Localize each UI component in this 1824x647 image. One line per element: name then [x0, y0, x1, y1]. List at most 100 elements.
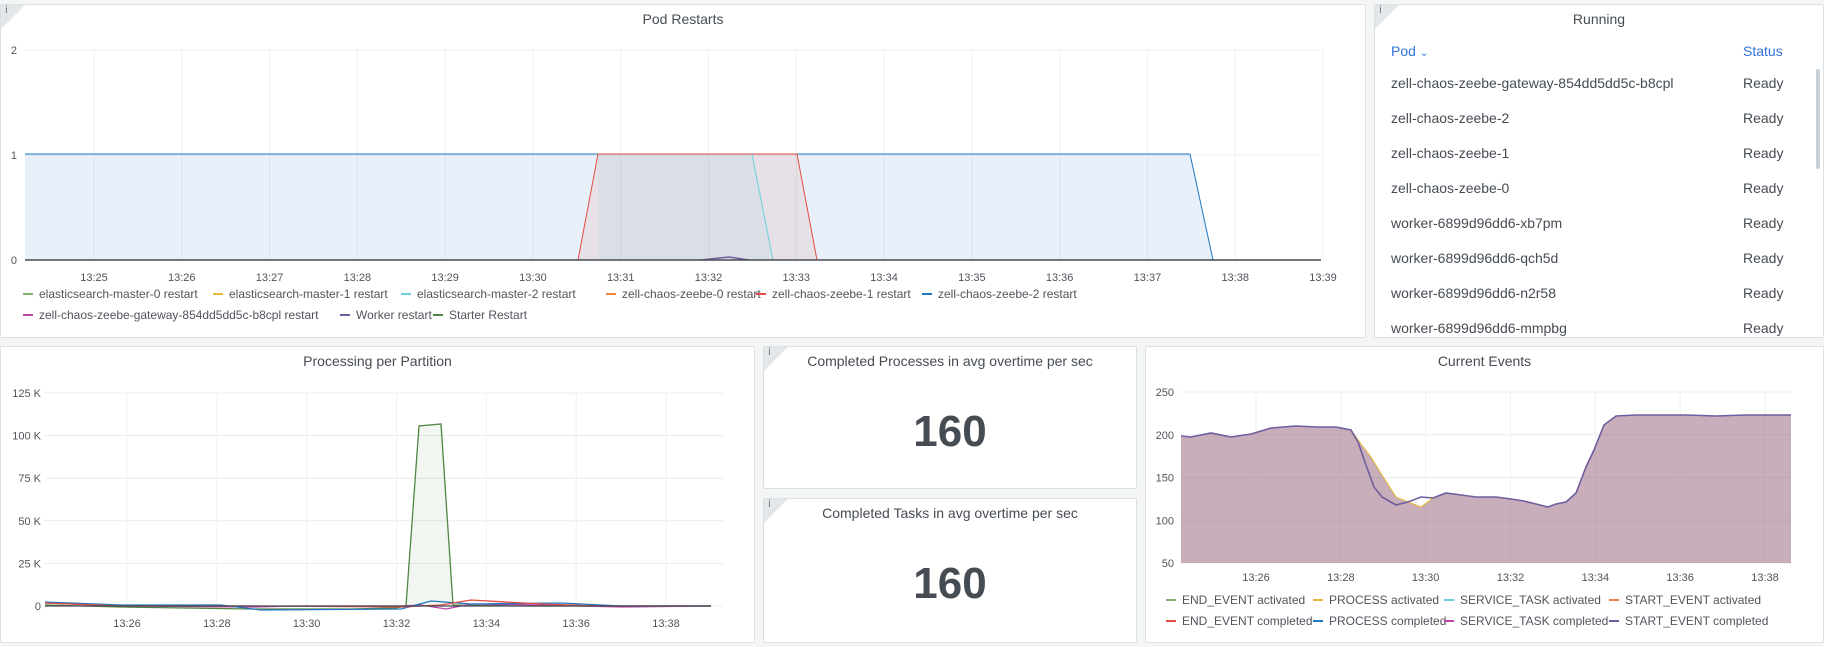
- legend-item[interactable]: Worker restart: [340, 308, 432, 322]
- y-tick-label: 250: [1156, 387, 1174, 399]
- table-row[interactable]: worker-6899d96dd6-n2r58 Ready: [1375, 275, 1823, 310]
- legend-item[interactable]: elasticsearch-master-1 restart: [213, 287, 388, 301]
- y-tick-label: 75 K: [18, 473, 41, 485]
- y-tick-label: 100 K: [12, 431, 41, 443]
- legend-item[interactable]: zell-chaos-zeebe-2 restart: [922, 287, 1077, 301]
- x-tick-label: 13:28: [203, 618, 231, 630]
- x-tick-label: 13:36: [1666, 572, 1694, 584]
- table-row[interactable]: zell-chaos-zeebe-0 Ready: [1375, 170, 1823, 205]
- x-tick-label: 13:38: [652, 618, 680, 630]
- pod-restarts-legend: elasticsearch-master-0 restart elasticsea…: [23, 287, 1353, 327]
- y-tick-label: 100: [1156, 515, 1174, 527]
- stat-value: 160: [913, 559, 987, 608]
- table-row[interactable]: zell-chaos-zeebe-gateway-854dd5dd5c-b8cp…: [1375, 65, 1823, 100]
- y-tick-label: 1: [11, 150, 17, 162]
- status-cell: Ready: [1743, 284, 1784, 301]
- legend-label: SERVICE_TASK activated: [1460, 593, 1601, 607]
- status-cell: Ready: [1743, 214, 1784, 231]
- legend-item[interactable]: SERVICE_TASK completed: [1444, 614, 1608, 628]
- x-tick-label: 13:37: [1134, 272, 1162, 284]
- y-tick-label: 0: [35, 601, 41, 613]
- y-tick-label: 150: [1156, 473, 1174, 485]
- legend-item[interactable]: Starter Restart: [433, 308, 527, 322]
- x-tick-label: 13:30: [519, 272, 547, 284]
- y-tick-label: 200: [1156, 430, 1174, 442]
- legend-item[interactable]: PROCESS activated: [1313, 593, 1439, 607]
- table-row[interactable]: worker-6899d96dd6-qch5d Ready: [1375, 240, 1823, 275]
- legend-item[interactable]: zell-chaos-zeebe-0 restart: [606, 287, 761, 301]
- legend-item[interactable]: START_EVENT completed: [1609, 614, 1768, 628]
- legend-label: PROCESS activated: [1329, 593, 1440, 607]
- legend-swatch: [1166, 598, 1176, 601]
- legend-swatch: [1609, 619, 1619, 622]
- legend-label: PROCESS completed: [1329, 614, 1447, 628]
- y-tick-label: 125 K: [12, 388, 41, 400]
- legend-label: START_EVENT completed: [1625, 614, 1769, 628]
- x-tick-label: 13:30: [293, 618, 321, 630]
- stat-value: 160: [913, 407, 987, 456]
- legend-item[interactable]: SERVICE_TASK activated: [1444, 593, 1601, 607]
- legend-label: zell-chaos-zeebe-gateway-854dd5dd5c-b8cp…: [39, 308, 319, 322]
- current-events-legend: END_EVENT activated PROCESS activated SERV…: [1166, 593, 1816, 633]
- column-header-pod[interactable]: Pod ⌄: [1375, 37, 1727, 65]
- legend-label: elasticsearch-master-1 restart: [229, 287, 388, 301]
- legend-swatch: [23, 313, 33, 316]
- events-area-activated: [1181, 415, 1791, 563]
- x-tick-label: 13:32: [1497, 572, 1525, 584]
- legend-item[interactable]: zell-chaos-zeebe-1 restart: [756, 287, 911, 301]
- legend-item[interactable]: elasticsearch-master-2 restart: [401, 287, 576, 301]
- legend-item[interactable]: END_EVENT activated: [1166, 593, 1305, 607]
- table-row[interactable]: worker-6899d96dd6-mmpbg Ready: [1375, 310, 1823, 337]
- legend-swatch: [922, 292, 932, 295]
- chevron-down-icon: ⌄: [1419, 48, 1429, 59]
- x-tick-label: 13:31: [607, 272, 635, 284]
- x-tick-label: 13:33: [783, 272, 811, 284]
- pods-table: Pod ⌄ Status zell-chaos-zeebe-gateway-85…: [1375, 37, 1823, 337]
- series-elasticsearch-master-2-area: [598, 154, 773, 260]
- panel-title[interactable]: Running: [1375, 11, 1823, 27]
- legend-item[interactable]: PROCESS completed: [1313, 614, 1446, 628]
- x-tick-label: 13:27: [256, 272, 284, 284]
- x-tick-label: 13:35: [958, 272, 986, 284]
- current-events-panel: Current Events 250 200 150 100 50 13:26 13:28 1…: [1145, 346, 1824, 643]
- legend-swatch: [433, 313, 443, 316]
- pod-name-cell: worker-6899d96dd6-xb7pm: [1391, 214, 1563, 231]
- legend-swatch: [213, 292, 223, 295]
- processing-per-partition-panel: Processing per Partition 125 K 100 K 75 K5…: [0, 346, 755, 643]
- legend-item[interactable]: elasticsearch-master-0 restart: [23, 287, 198, 301]
- legend-label: zell-chaos-zeebe-0 restart: [622, 287, 761, 301]
- y-tick-label: 50 K: [18, 516, 41, 528]
- panel-title[interactable]: Completed Tasks in avg overtime per sec: [764, 505, 1136, 521]
- pod-restarts-panel: i Pod Restarts 2 1 0 13:25 13:26 13:27 13:28 13…: [0, 4, 1366, 338]
- y-tick-label: 0: [11, 255, 17, 267]
- status-cell: Ready: [1743, 249, 1784, 266]
- y-tick-label: 2: [11, 45, 17, 57]
- legend-swatch: [1313, 598, 1323, 601]
- legend-label: Worker restart: [356, 308, 432, 322]
- x-tick-label: 13:25: [80, 272, 108, 284]
- legend-label: SERVICE_TASK completed: [1460, 614, 1609, 628]
- column-header-status[interactable]: Status: [1727, 37, 1823, 65]
- table-row[interactable]: worker-6899d96dd6-xb7pm Ready: [1375, 205, 1823, 240]
- x-tick-label: 13:29: [431, 272, 459, 284]
- x-tick-label: 13:26: [168, 272, 196, 284]
- status-cell: Ready: [1743, 144, 1784, 161]
- table-row[interactable]: zell-chaos-zeebe-1 Ready: [1375, 135, 1823, 170]
- legend-item[interactable]: START_EVENT activated: [1609, 593, 1761, 607]
- pod-name-cell: zell-chaos-zeebe-2: [1391, 109, 1510, 126]
- y-tick-label: 25 K: [18, 558, 41, 570]
- legend-swatch: [401, 292, 411, 295]
- legend-swatch: [606, 292, 616, 295]
- legend-swatch: [1444, 598, 1454, 601]
- legend-swatch: [1444, 619, 1454, 622]
- status-cell: Ready: [1743, 74, 1784, 91]
- table-row[interactable]: zell-chaos-zeebe-2 Ready: [1375, 100, 1823, 135]
- scrollbar[interactable]: [1816, 69, 1820, 169]
- x-tick-label: 13:26: [1242, 572, 1270, 584]
- panel-title[interactable]: Completed Processes in avg overtime per …: [764, 353, 1136, 369]
- legend-swatch: [23, 292, 33, 295]
- x-tick-label: 13:28: [344, 272, 372, 284]
- y-tick-label: 50: [1162, 558, 1174, 570]
- legend-item[interactable]: zell-chaos-zeebe-gateway-854dd5dd5c-b8cp…: [23, 308, 319, 322]
- legend-item[interactable]: END_EVENT completed: [1166, 614, 1313, 628]
